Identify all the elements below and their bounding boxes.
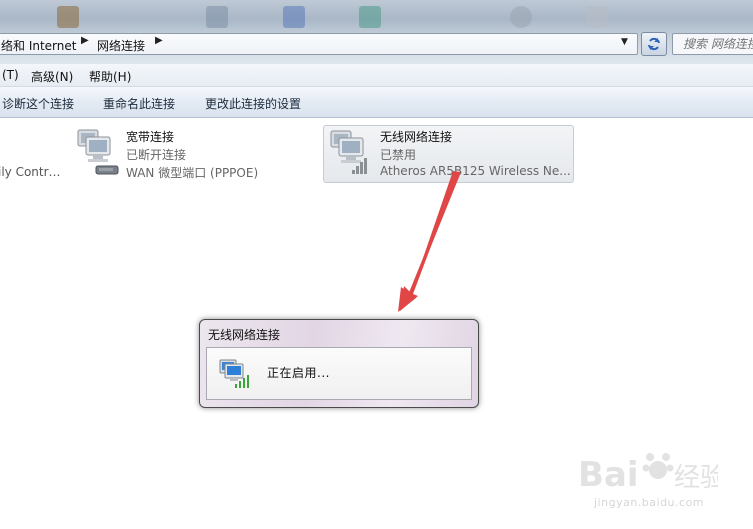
enabling-dialog: 无线网络连接 正在启用... [199, 319, 479, 408]
dialog-message: 正在启用... [267, 366, 330, 380]
wireless-network-icon [219, 359, 249, 388]
watermark-logo: Bai 经验 [578, 453, 718, 495]
watermark-url: jingyan.baidu.com [594, 496, 705, 509]
svg-text:Bai: Bai [578, 455, 639, 495]
dialog-content: 正在启用... [206, 347, 472, 400]
dialog-title: 无线网络连接 [208, 328, 281, 342]
svg-text:经验: 经验 [674, 463, 718, 493]
